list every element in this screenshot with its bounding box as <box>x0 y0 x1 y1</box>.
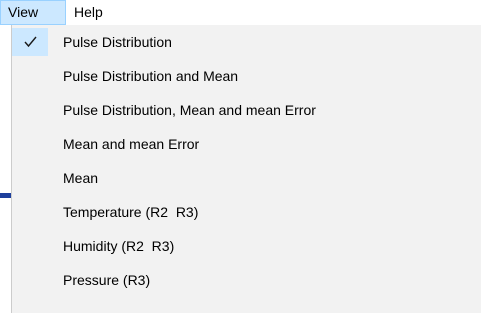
menu-item-label: Temperature (R2 R3) <box>63 204 199 220</box>
menu-help-label: Help <box>74 4 103 20</box>
menu-item-label: Mean <box>63 170 99 186</box>
menu-item-pulse-distribution[interactable]: Pulse Distribution <box>12 25 481 59</box>
menu-item-label: Pressure (R3) <box>63 272 151 288</box>
menu-item-label: Humidity (R2 R3) <box>63 238 175 254</box>
check-area <box>12 28 48 56</box>
menu-item-label: Pulse Distribution, Mean and mean Error <box>63 102 316 118</box>
menu-item-mean-and-mean-error[interactable]: Mean and mean Error <box>12 127 481 161</box>
menu-view-label: View <box>8 4 39 20</box>
menu-item-pressure[interactable]: Pressure (R3) <box>12 263 481 297</box>
check-icon <box>24 36 37 48</box>
menu-item-temperature[interactable]: Temperature (R2 R3) <box>12 195 481 229</box>
menu-bar: View Help <box>0 0 481 25</box>
view-dropdown-menu: Pulse Distribution Pulse Distribution an… <box>11 25 481 313</box>
background-window-edge <box>0 25 11 313</box>
menu-item-humidity[interactable]: Humidity (R2 R3) <box>12 229 481 263</box>
background-window-line <box>0 193 11 198</box>
menu-view[interactable]: View <box>0 0 66 25</box>
menu-item-label: Pulse Distribution and Mean <box>63 68 239 84</box>
menu-item-pulse-distribution-and-mean[interactable]: Pulse Distribution and Mean <box>12 59 481 93</box>
menu-item-label: Mean and mean Error <box>63 136 200 152</box>
menu-item-pulse-distribution-mean-and-mean-error[interactable]: Pulse Distribution, Mean and mean Error <box>12 93 481 127</box>
menu-help[interactable]: Help <box>69 0 115 25</box>
menu-item-label: Pulse Distribution <box>63 34 172 50</box>
menu-item-mean[interactable]: Mean <box>12 161 481 195</box>
